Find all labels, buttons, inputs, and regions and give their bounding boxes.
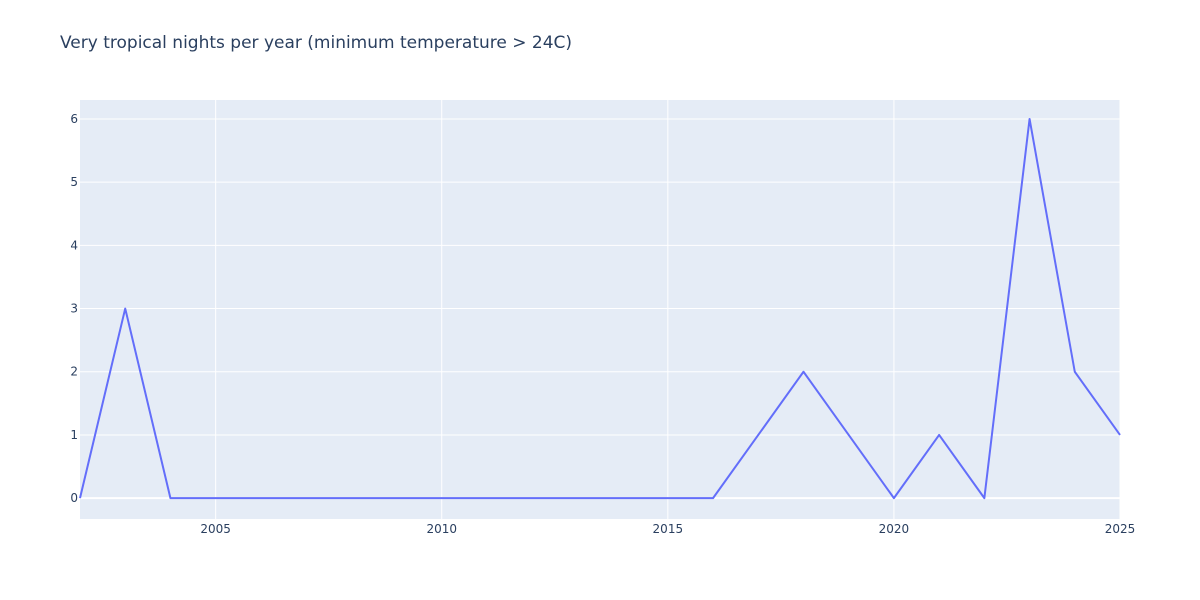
y-tick-label: 1 <box>70 428 78 442</box>
y-tick-label: 3 <box>70 302 78 316</box>
x-axis-ticks: 2005 2010 2015 2020 2025 <box>200 522 1135 536</box>
x-tick-label: 2010 <box>426 522 457 536</box>
x-tick-label: 2025 <box>1105 522 1136 536</box>
x-tick-label: 2015 <box>653 522 684 536</box>
x-tick-label: 2005 <box>200 522 231 536</box>
line-chart: 2005 2010 2015 2020 2025 0 1 2 3 4 5 6 <box>70 100 1135 536</box>
y-tick-label: 5 <box>70 175 78 189</box>
y-axis-ticks: 0 1 2 3 4 5 6 <box>70 112 78 505</box>
x-tick-label: 2020 <box>879 522 910 536</box>
y-tick-label: 0 <box>70 491 78 505</box>
y-tick-label: 6 <box>70 112 78 126</box>
y-tick-label: 4 <box>70 238 78 252</box>
y-tick-label: 2 <box>70 365 78 379</box>
plot-area <box>80 100 1120 519</box>
